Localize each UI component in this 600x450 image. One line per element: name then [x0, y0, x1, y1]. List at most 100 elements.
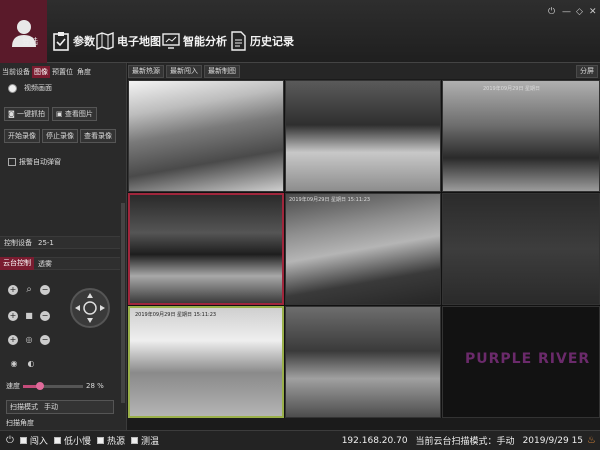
cell-7-timestamp: 2019年09月29日 星期日 15:11:23 [135, 312, 217, 318]
light-icon[interactable]: ◉ [9, 359, 19, 369]
intrusion-checkbox[interactable] [19, 437, 27, 444]
nav-analysis[interactable]: 智能分析 [162, 26, 227, 56]
video-cell-6[interactable] [442, 193, 600, 305]
low-slow-small-checkbox[interactable] [53, 437, 61, 444]
scan-mode-value: 手动 [44, 403, 58, 411]
view-row: 视频画面 [8, 83, 135, 93]
video-cell-4[interactable] [128, 193, 284, 305]
app-window: 登陆 参数 电子地图 智能分析 历史记录 ⏻ — ◇ ✕ 当前设备 图像 预置位… [0, 0, 600, 450]
top-navigation-bar: 登陆 参数 电子地图 智能分析 历史记录 ⏻ — ◇ ✕ [0, 0, 600, 63]
video-cell-3[interactable]: 2019年09月29日 星期日 [442, 80, 600, 192]
start-record-button[interactable]: 开始录像 [4, 129, 40, 143]
iris-plus-icon[interactable]: + [8, 335, 18, 345]
scan-angle-row: 扫描角度 [6, 418, 133, 428]
login-label: 登陆 [22, 37, 38, 46]
scan-mode-label: 扫描模式 [10, 403, 38, 411]
intrusion-label: 闯入 [29, 437, 48, 447]
ptz-joystick[interactable] [70, 288, 110, 328]
tab-current-device[interactable]: 当前设备 [0, 66, 32, 78]
close-icon[interactable]: ✕ [589, 7, 597, 17]
view-images-label: 查看图片 [64, 110, 93, 118]
heat-source-checkbox[interactable] [96, 437, 104, 444]
speed-label: 速度 [6, 382, 20, 390]
minimize-icon[interactable]: — [562, 7, 571, 17]
video-grid: 2019年09月29日 星期日 2019年09月29日 星期日 15:11:23… [128, 80, 600, 418]
split-screen-button[interactable]: 分屏 [576, 64, 598, 78]
monitor-analysis-icon [162, 30, 180, 52]
tab-image[interactable]: 图像 [32, 66, 50, 78]
low-slow-small-label: 低小慢 [63, 437, 91, 447]
view-images-button[interactable]: ▣ 查看图片 [52, 107, 97, 121]
left-panel-scrollbar[interactable] [121, 203, 125, 403]
restore-icon[interactable]: ◇ [576, 7, 583, 17]
tab-ptz-control[interactable]: 云台控制 [0, 257, 34, 270]
nav-emap-label: 电子地图 [117, 35, 161, 48]
latest-map-button[interactable]: 最新制图 [204, 64, 240, 78]
tab-defog[interactable]: 透雾 [38, 259, 52, 269]
login-button[interactable]: 登陆 [0, 0, 47, 63]
cell-3-timestamp: 2019年09月29日 星期日 [483, 86, 541, 92]
zoom-out-icon[interactable]: − [40, 285, 50, 295]
wiper-icon[interactable]: ◐ [26, 359, 36, 369]
power-toggle-icon[interactable]: ⏻ [6, 435, 14, 446]
iris-minus-icon[interactable]: − [40, 335, 50, 345]
left-control-panel: 当前设备 图像 预置位 角度 视频画面 ◙ 一键抓拍 ▣ 查看图片 开始录像 停… [0, 63, 127, 430]
video-cell-8[interactable] [285, 306, 441, 418]
nav-history[interactable]: 历史记录 [229, 26, 294, 56]
speed-slider[interactable] [23, 381, 83, 390]
nav-params[interactable]: 参数 [52, 26, 95, 56]
record-row: 开始录像 停止录像 查看录像 [4, 129, 131, 143]
alarm-label: 报警自动弹窗 [19, 158, 61, 166]
temperature-checkbox[interactable] [130, 437, 138, 444]
focus-minus-icon[interactable]: − [40, 311, 50, 321]
iris-icon: ◎ [25, 335, 33, 344]
scan-mode-row: 扫描模式 手动 [6, 400, 133, 414]
video-cell-5[interactable]: 2019年09月29日 星期日 15:11:23 [285, 193, 441, 305]
direction-arrows-icon [75, 293, 105, 323]
tab-preset[interactable]: 预置位 [50, 66, 75, 78]
video-cell-1[interactable] [128, 80, 284, 192]
fire-icon: ♨ [587, 435, 596, 446]
control-device-bar: 控制设备 25-1 [0, 236, 120, 249]
control-device-value[interactable]: 25-1 [38, 239, 54, 247]
stop-record-button[interactable]: 停止录像 [42, 129, 78, 143]
scan-mode-status: 当前云台扫描模式：手动 [415, 437, 515, 447]
video-camera-icon: ■ [25, 311, 33, 320]
nav-analysis-label: 智能分析 [183, 35, 227, 48]
scan-angle-label[interactable]: 扫描角度 [6, 418, 34, 428]
view-toggle[interactable] [8, 83, 17, 93]
latest-intrusion-button[interactable]: 最新闯入 [166, 64, 202, 78]
focus-plus-icon[interactable]: + [8, 311, 18, 321]
temperature-label: 测温 [140, 437, 159, 447]
video-cell-9[interactable]: PURPLE RIVER [442, 306, 600, 418]
alarm-checkbox[interactable] [8, 158, 16, 166]
zoom-in-icon[interactable]: + [8, 285, 18, 295]
snapshot-button[interactable]: ◙ 一键抓拍 [4, 107, 50, 121]
video-cell-2[interactable] [285, 80, 441, 192]
speed-slider-knob[interactable] [35, 381, 44, 390]
scan-mode-select[interactable]: 扫描模式 手动 [6, 400, 114, 414]
status-bar: ⏻ 闯入 低小慢 热源 测温 192.168.20.70 当前云台扫描模式：手动… [0, 430, 600, 450]
map-icon [96, 30, 114, 52]
ip-address: 192.168.20.70 [341, 435, 408, 446]
heat-source-label: 热源 [106, 437, 125, 447]
image-icon: ▣ [56, 110, 63, 118]
tab-angle[interactable]: 角度 [75, 66, 93, 78]
camera-icon: ◙ [8, 110, 15, 118]
latest-heat-button[interactable]: 最新热源 [128, 64, 164, 78]
capture-row: ◙ 一键抓拍 ▣ 查看图片 [4, 107, 131, 121]
view-label: 视频画面 [24, 84, 52, 92]
clipboard-check-icon [52, 30, 70, 52]
speed-value: 28 % [86, 382, 104, 390]
power-icon[interactable]: ⏻ [548, 7, 555, 17]
nav-history-label: 历史记录 [250, 35, 294, 48]
left-tabs: 当前设备 图像 预置位 角度 [0, 66, 126, 78]
alarm-row: 报警自动弹窗 [8, 157, 135, 167]
video-toolbar: 最新热源 最新闯入 最新制图 分屏 [128, 63, 600, 79]
view-record-button[interactable]: 查看录像 [80, 129, 116, 143]
control-device-label: 控制设备 [4, 238, 32, 247]
search-zoom-icon: ⌕ [26, 284, 32, 295]
video-cell-7[interactable]: 2019年09月29日 星期日 15:11:23 [128, 306, 284, 418]
brand-watermark: PURPLE RIVER [465, 351, 591, 367]
nav-emap[interactable]: 电子地图 [96, 26, 161, 56]
